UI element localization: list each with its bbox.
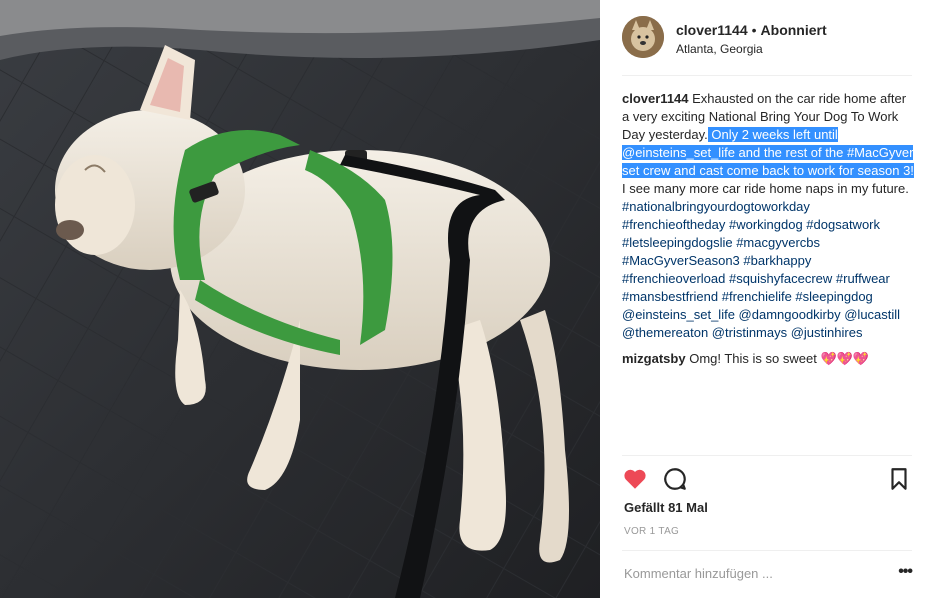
comment-text: Omg! This is so sweet 💖💖💖 [689, 351, 870, 366]
header-username[interactable]: clover1144 [676, 22, 748, 38]
follow-status-button[interactable]: Abonniert [761, 22, 827, 38]
comment-username[interactable]: mizgatsby [622, 351, 686, 366]
heart-icon[interactable] [622, 466, 648, 492]
caption-username[interactable]: clover1144 [622, 91, 689, 106]
header-separator: • [751, 22, 757, 38]
dog-photo-image [0, 0, 600, 598]
more-options-icon[interactable]: ••• [898, 563, 913, 581]
comment-input[interactable]: Kommentar hinzufügen ... [624, 566, 773, 581]
likes-count[interactable]: Gefällt 81 Mal [624, 500, 708, 515]
bookmark-icon[interactable] [886, 466, 912, 492]
avatar-image [622, 16, 664, 58]
avatar[interactable] [622, 16, 664, 58]
caption: clover1144 Exhausted on the car ride hom… [622, 90, 914, 342]
post-actions: Gefällt 81 Mal VOR 1 TAG [622, 455, 912, 555]
comment-icon[interactable] [662, 466, 688, 492]
caption-text-2: I see many more car ride home naps in my… [622, 181, 909, 196]
comment-item: mizgatsby Omg! This is so sweet 💖💖💖 [622, 350, 914, 368]
header-username-line: clover1144 • Abonniert [676, 22, 827, 38]
post-side-panel: clover1144 • Abonniert Atlanta, Georgia cl… [600, 0, 934, 598]
post-header: clover1144 • Abonniert Atlanta, Georgia [622, 14, 912, 76]
comments-list: clover1144 Exhausted on the car ride hom… [622, 90, 914, 376]
comment-composer[interactable]: Kommentar hinzufügen ... ••• [622, 550, 913, 598]
post-photo[interactable] [0, 0, 600, 598]
post-timestamp[interactable]: VOR 1 TAG [624, 526, 679, 537]
caption-hashtags[interactable]: #nationalbringyourdogtoworkday #frenchie… [622, 199, 900, 340]
header-location[interactable]: Atlanta, Georgia [676, 42, 763, 56]
